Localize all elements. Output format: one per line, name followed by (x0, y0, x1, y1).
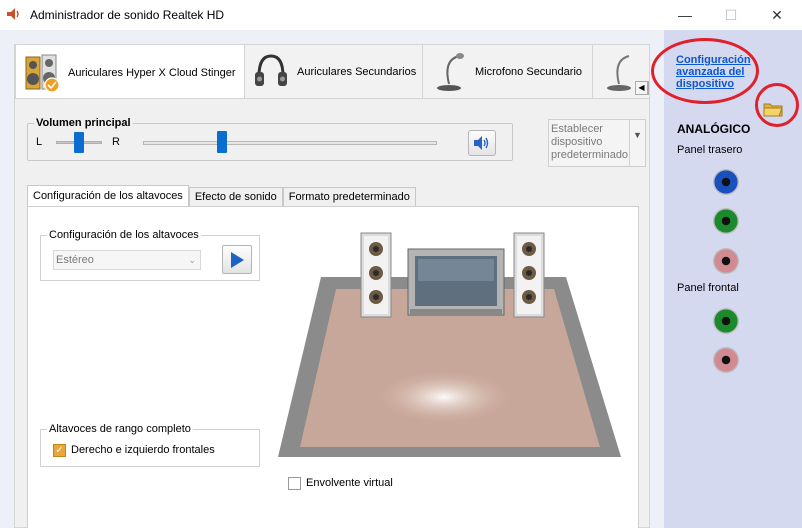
front-panel-label: Panel frontal (677, 282, 739, 294)
balance-slider-thumb[interactable] (74, 132, 84, 153)
tab-scroll-right-button[interactable]: ▶ (648, 81, 649, 95)
chevron-down-icon: ▼ (629, 120, 645, 166)
minimize-button[interactable]: — (662, 0, 708, 30)
volume-slider-thumb[interactable] (217, 131, 228, 153)
front-full-range-label: Derecho e izquierdo frontales (71, 444, 215, 456)
left-speaker-icon (360, 232, 392, 318)
window-title: Administrador de sonido Realtek HD (30, 8, 225, 22)
speaker-config-panel: Configuración de los altavoces Estéreo ⌄ (27, 206, 639, 528)
full-range-legend: Altavoces de rango completo (47, 423, 193, 435)
headphones-icon (255, 54, 287, 86)
speaker-icon (25, 54, 60, 93)
speaker-config-legend: Configuración de los altavoces (47, 229, 201, 241)
virtual-surround-checkbox[interactable] (288, 477, 301, 490)
folder-icon[interactable] (763, 101, 783, 117)
volume-speaker-icon (474, 136, 489, 150)
front-full-range-checkbox[interactable]: ✓ (53, 444, 66, 457)
rear-jack-blue[interactable] (713, 169, 739, 195)
set-default-device-label: Establecer dispositivo predeterminado (551, 123, 629, 161)
speaker-config-value: Estéreo (56, 254, 94, 266)
device-tab-secondary-mic[interactable]: Microfono Secundario (423, 45, 593, 98)
balance-right-label: R (112, 136, 120, 148)
tab-scroll-arrows: ◀ ▶ (635, 81, 649, 95)
mute-button[interactable] (468, 130, 496, 156)
set-default-device-dropdown[interactable]: Establecer dispositivo predeterminado ▼ (548, 119, 646, 167)
device-content-panel: Volumen principal L R Establecer disposi… (14, 98, 650, 528)
rear-panel-label: Panel trasero (677, 144, 743, 156)
balance-left-label: L (36, 136, 43, 148)
device-tab-label: Microfono Secundario (475, 66, 583, 78)
right-speaker-icon (513, 232, 545, 318)
full-range-group: Altavoces de rango completo ✓ Derecho e … (40, 423, 260, 467)
speaker-app-icon (7, 8, 19, 20)
play-icon (231, 251, 244, 268)
device-tab-label: Auriculares Hyper X Cloud Stinger (68, 67, 236, 79)
analog-title: ANALÓGICO (677, 122, 751, 136)
microphone-icon (437, 53, 464, 91)
speaker-config-group: Configuración de los altavoces Estéreo ⌄ (40, 229, 260, 281)
device-tab-bar: Auriculares Hyper X Cloud Stinger Auricu… (14, 44, 650, 98)
volume-group: Volumen principal L R (27, 117, 513, 161)
volume-legend: Volumen principal (34, 117, 133, 129)
main-area: Auriculares Hyper X Cloud Stinger Auricu… (0, 30, 664, 528)
front-jack-pink[interactable] (713, 347, 739, 373)
speaker-config-select[interactable]: Estéreo ⌄ (53, 250, 201, 270)
close-button[interactable]: ✕ (754, 0, 800, 30)
rear-jack-pink[interactable] (713, 248, 739, 274)
tab-sound-effect[interactable]: Efecto de sonido (188, 187, 283, 207)
volume-slider-track[interactable] (143, 141, 437, 145)
device-tab-secondary-headphones[interactable]: Auriculares Secundarios (245, 45, 423, 98)
tab-scroll-left-button[interactable]: ◀ (635, 81, 648, 95)
title-bar: Administrador de sonido Realtek HD — ☐ ✕ (0, 0, 802, 30)
virtual-surround-label: Envolvente virtual (306, 477, 393, 489)
maximize-button[interactable]: ☐ (708, 0, 754, 30)
annotation-circle (651, 38, 759, 104)
inner-tab-bar: Configuración de los altavoces Efecto de… (27, 185, 416, 207)
chevron-down-icon: ⌄ (188, 255, 196, 265)
tab-default-format[interactable]: Formato predeterminado (282, 187, 416, 207)
speaker-room-illustration (278, 232, 621, 457)
rear-jack-green[interactable] (713, 208, 739, 234)
front-jack-green[interactable] (713, 308, 739, 334)
microphone-icon (607, 55, 631, 91)
play-test-button[interactable] (222, 245, 252, 274)
device-tab-hyperx[interactable]: Auriculares Hyper X Cloud Stinger (15, 45, 245, 98)
tab-speaker-config[interactable]: Configuración de los altavoces (27, 185, 189, 207)
monitor-icon (407, 248, 505, 316)
device-tab-label: Auriculares Secundarios (297, 66, 417, 78)
